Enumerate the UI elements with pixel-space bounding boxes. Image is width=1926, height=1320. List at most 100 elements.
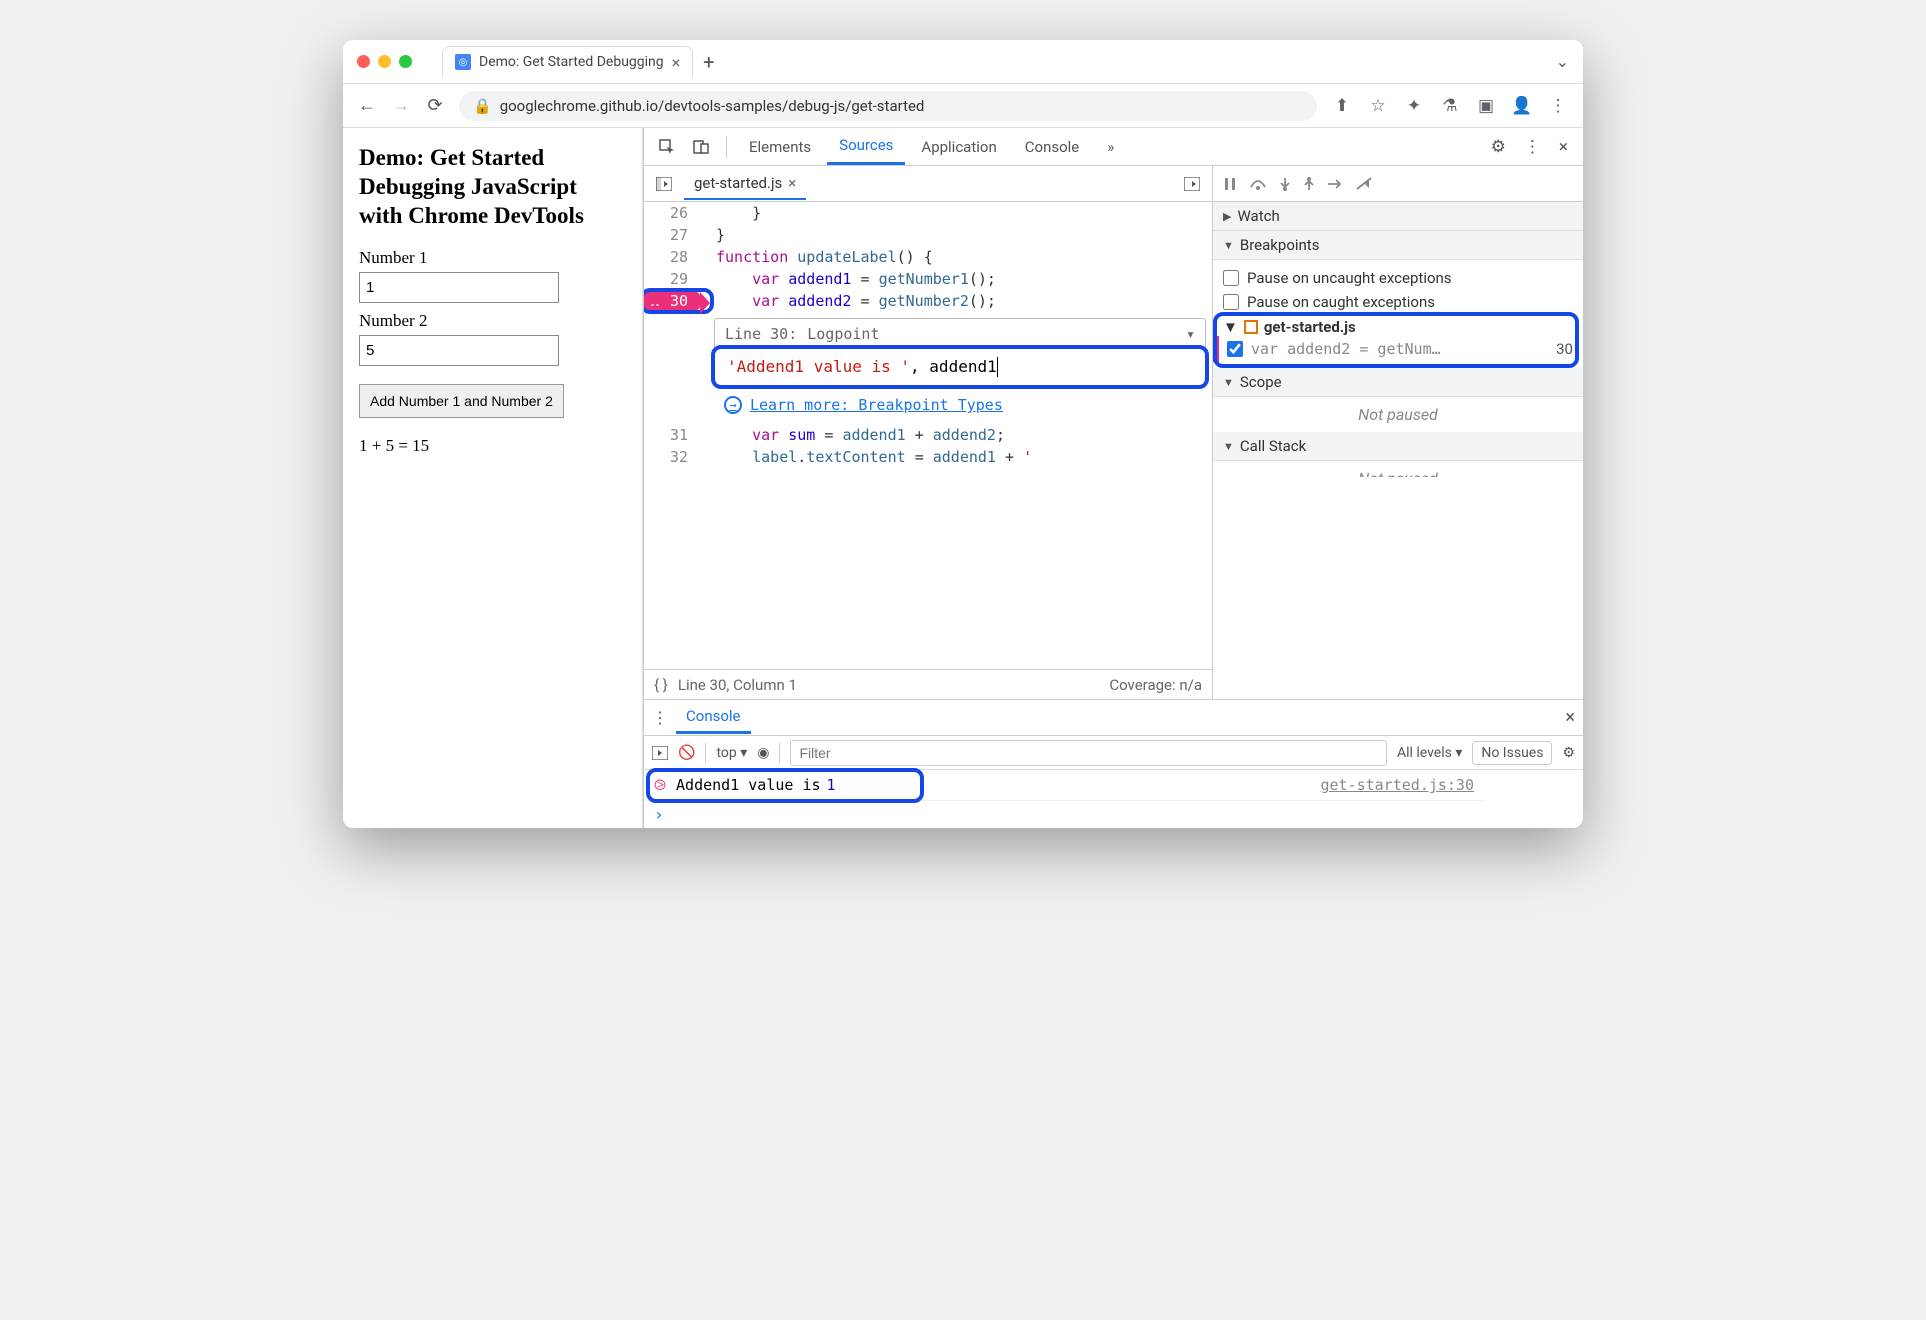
tab-application[interactable]: Application xyxy=(909,130,1008,164)
gutter[interactable]: 31 xyxy=(644,426,700,444)
file-tabs: get-started.js × xyxy=(644,166,1212,202)
kebab-menu-icon[interactable]: ⋮ xyxy=(1517,137,1548,157)
console-drawer: ⋮ Console × 🚫 top ▾ ◉ All levels ▾ xyxy=(644,699,1583,828)
pause-icon[interactable] xyxy=(1223,177,1237,191)
breakpoint-editor: Line 30: Logpoint ▾ 'Addend1 value is ',… xyxy=(714,318,1206,386)
reload-button[interactable]: ⟳ xyxy=(425,95,445,116)
tab-close-icon[interactable]: × xyxy=(672,53,681,72)
tab-console[interactable]: Console xyxy=(1013,130,1092,164)
number2-label: Number 2 xyxy=(359,311,626,331)
minimize-window-icon[interactable] xyxy=(378,55,391,68)
close-window-icon[interactable] xyxy=(357,55,370,68)
install-icon[interactable]: ▣ xyxy=(1475,96,1497,116)
titlebar: ◎ Demo: Get Started Debugging × + ⌄ xyxy=(343,40,1583,84)
bp-line-label: Line 30: xyxy=(725,325,797,343)
console-toolbar: 🚫 top ▾ ◉ All levels ▾ No Issues ⚙ xyxy=(644,736,1583,770)
close-devtools-icon[interactable]: × xyxy=(1552,137,1575,157)
tabs-dropdown-icon[interactable]: ⌄ xyxy=(1556,52,1569,71)
console-prompt[interactable]: › xyxy=(644,801,1583,828)
console-settings-icon[interactable]: ⚙ xyxy=(1562,745,1575,761)
log-levels-selector[interactable]: All levels ▾ xyxy=(1397,745,1462,761)
console-filter-input[interactable] xyxy=(790,740,1387,766)
step-icon[interactable] xyxy=(1327,178,1343,190)
tab-sources[interactable]: Sources xyxy=(827,128,905,165)
debugger-pane: ▶Watch ▼Breakpoints Pause on uncaught ex… xyxy=(1213,166,1583,699)
pause-caught-checkbox[interactable]: Pause on caught exceptions xyxy=(1223,290,1573,314)
maximize-window-icon[interactable] xyxy=(399,55,412,68)
window-controls xyxy=(357,55,412,68)
step-out-icon[interactable] xyxy=(1303,177,1315,191)
clear-console-icon[interactable]: 🚫 xyxy=(678,745,695,761)
step-over-icon[interactable] xyxy=(1249,177,1267,191)
file-tab-close-icon[interactable]: × xyxy=(788,174,796,192)
content-area: Demo: Get Started Debugging JavaScript w… xyxy=(343,128,1583,828)
console-message[interactable]: ⧁ Addend1 value is 1 get-started.js:30 xyxy=(644,770,1484,801)
browser-tab[interactable]: ◎ Demo: Get Started Debugging × xyxy=(442,46,693,78)
console-message-source[interactable]: get-started.js:30 xyxy=(1320,776,1474,794)
console-sidebar-toggle-icon[interactable] xyxy=(652,746,668,760)
logpoint-gutter-30[interactable]: ‥30 xyxy=(644,292,700,310)
logpoint-marker-icon: ⧁ xyxy=(654,776,666,794)
share-icon[interactable]: ⬆ xyxy=(1331,96,1353,116)
toolbar: ← → ⟳ 🔒 googlechrome.github.io/devtools-… xyxy=(343,84,1583,128)
profile-icon[interactable]: 👤 xyxy=(1511,96,1533,116)
breakpoint-checkbox[interactable] xyxy=(1227,341,1243,357)
file-tab-get-started[interactable]: get-started.js × xyxy=(684,168,806,200)
extensions-icon[interactable]: ✦ xyxy=(1403,96,1425,116)
gutter[interactable]: 29 xyxy=(644,270,700,288)
tab-elements[interactable]: Elements xyxy=(737,130,823,164)
logpoint-input[interactable]: 'Addend1 value is ', addend1 xyxy=(715,349,1205,385)
inspect-icon[interactable] xyxy=(652,138,682,156)
editor-status-bar: { } Line 30, Column 1 Coverage: n/a xyxy=(644,669,1212,699)
learn-more-text: Learn more: Breakpoint Types xyxy=(750,396,1003,414)
devtools: Elements Sources Application Console » ⚙… xyxy=(643,128,1583,828)
back-button[interactable]: ← xyxy=(357,95,377,116)
rendered-page: Demo: Get Started Debugging JavaScript w… xyxy=(343,128,643,828)
issues-button[interactable]: No Issues xyxy=(1472,741,1552,765)
number2-input[interactable] xyxy=(359,335,559,366)
device-toggle-icon[interactable] xyxy=(686,138,716,156)
more-tabs-icon[interactable] xyxy=(1178,177,1206,191)
console-message-value: 1 xyxy=(827,776,836,794)
context-selector[interactable]: top ▾ xyxy=(716,745,747,761)
labs-icon[interactable]: ⚗ xyxy=(1439,96,1461,116)
callstack-section[interactable]: ▼Call Stack xyxy=(1213,432,1583,461)
breakpoint-entry[interactable]: var addend2 = getNum… 30 xyxy=(1223,336,1573,362)
navigator-toggle-icon[interactable] xyxy=(650,177,678,191)
close-drawer-icon[interactable]: × xyxy=(1565,707,1575,728)
scope-section[interactable]: ▼Scope xyxy=(1213,368,1583,397)
step-into-icon[interactable] xyxy=(1279,177,1291,191)
new-tab-button[interactable]: + xyxy=(703,50,714,74)
live-expression-icon[interactable]: ◉ xyxy=(757,745,769,761)
coverage-label: Coverage: n/a xyxy=(1109,676,1202,694)
tab-more[interactable]: » xyxy=(1095,130,1126,164)
breakpoints-body: Pause on uncaught exceptions Pause on ca… xyxy=(1213,260,1583,368)
result-text: 1 + 5 = 15 xyxy=(359,436,626,456)
gutter[interactable]: 32 xyxy=(644,448,700,466)
menu-icon[interactable]: ⋮ xyxy=(1547,96,1569,116)
gutter[interactable]: 26 xyxy=(644,204,700,222)
breakpoint-editor-header[interactable]: Line 30: Logpoint ▾ xyxy=(715,319,1205,349)
breakpoints-section[interactable]: ▼Breakpoints xyxy=(1213,231,1583,260)
cursor-position: Line 30, Column 1 xyxy=(678,676,797,694)
add-button[interactable]: Add Number 1 and Number 2 xyxy=(359,384,564,418)
browser-window: ◎ Demo: Get Started Debugging × + ⌄ ← → … xyxy=(343,40,1583,828)
breakpoint-file[interactable]: ▼ get-started.js xyxy=(1223,318,1573,336)
address-bar[interactable]: 🔒 googlechrome.github.io/devtools-sample… xyxy=(459,91,1317,121)
drawer-menu-icon[interactable]: ⋮ xyxy=(652,708,668,727)
forward-button[interactable]: → xyxy=(391,95,411,116)
gutter[interactable]: 27 xyxy=(644,226,700,244)
watch-section[interactable]: ▶Watch xyxy=(1213,202,1583,231)
bookmark-icon[interactable]: ☆ xyxy=(1367,96,1389,116)
bp-type-dropdown-icon[interactable]: ▾ xyxy=(1186,325,1195,343)
settings-icon[interactable]: ⚙ xyxy=(1484,137,1513,157)
pretty-print-icon[interactable]: { } xyxy=(654,676,668,694)
lock-icon: 🔒 xyxy=(473,97,492,115)
pause-uncaught-checkbox[interactable]: Pause on uncaught exceptions xyxy=(1223,266,1573,290)
gutter[interactable]: 28 xyxy=(644,248,700,266)
drawer-tab-console[interactable]: Console xyxy=(676,701,751,734)
learn-more-link[interactable]: → Learn more: Breakpoint Types xyxy=(724,396,1212,414)
number1-input[interactable] xyxy=(359,272,559,303)
deactivate-breakpoints-icon[interactable] xyxy=(1355,177,1373,191)
code-area[interactable]: 26 } 27} 28function updateLabel() { 29 v… xyxy=(644,202,1212,669)
